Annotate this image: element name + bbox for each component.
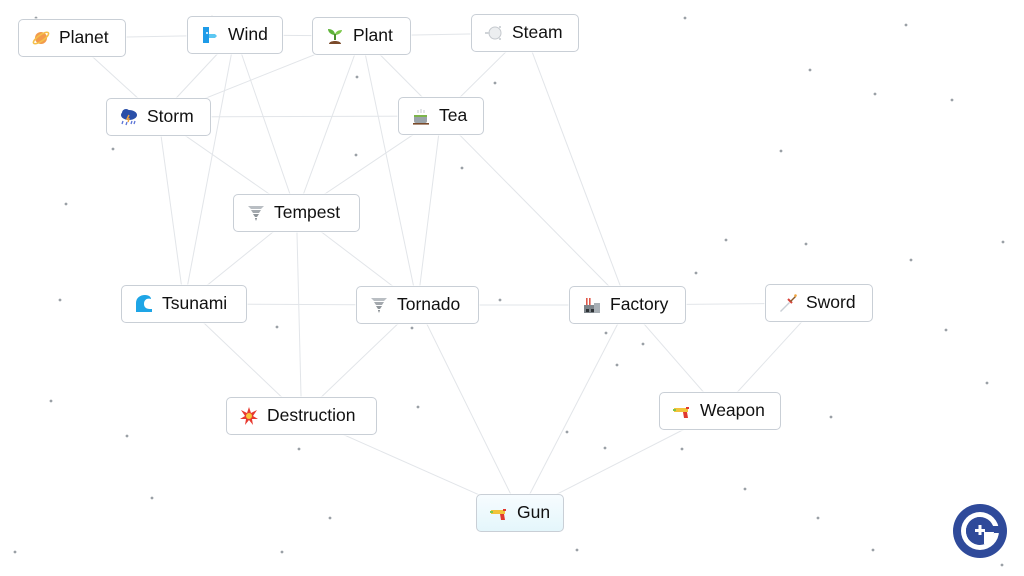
- tornado-icon: [369, 295, 389, 315]
- background-dot: [683, 16, 687, 20]
- background-dot: [354, 153, 358, 157]
- water-pistol-icon: [672, 401, 692, 421]
- element-chip-plant[interactable]: Plant: [312, 17, 411, 55]
- tornado-icon: [246, 203, 266, 223]
- background-dot: [641, 342, 645, 346]
- element-label: Destruction: [267, 405, 356, 426]
- background-dot: [724, 238, 728, 242]
- connection-line: [417, 304, 521, 514]
- element-label: Wind: [228, 24, 268, 45]
- background-dot: [985, 381, 989, 385]
- background-dot: [909, 258, 913, 262]
- background-dot: [58, 298, 62, 302]
- steam-cloud-icon: [484, 23, 504, 43]
- background-dot: [816, 516, 820, 520]
- cloud-lightning-rain-icon: [119, 107, 139, 127]
- connection-line: [296, 35, 362, 214]
- element-label: Tsunami: [162, 293, 228, 314]
- element-label: Gun: [517, 502, 551, 523]
- background-dot: [680, 447, 684, 451]
- element-label: Planet: [59, 27, 109, 48]
- background-dot: [615, 363, 619, 367]
- background-dot: [150, 496, 154, 500]
- element-chip-gun[interactable]: Gun: [476, 494, 564, 532]
- background-dot: [829, 415, 833, 419]
- background-dot: [297, 447, 301, 451]
- background-dot: [944, 328, 948, 332]
- element-chip-tsunami[interactable]: Tsunami: [121, 285, 247, 323]
- background-dot: [743, 487, 747, 491]
- background-dot: [808, 68, 812, 72]
- element-chip-destruction[interactable]: Destruction: [226, 397, 377, 435]
- dagger-icon: [778, 293, 798, 313]
- background-dot: [355, 75, 359, 79]
- background-dot: [604, 331, 608, 335]
- background-dot: [280, 550, 284, 554]
- background-dot: [64, 202, 68, 206]
- element-chip-planet[interactable]: Planet: [18, 19, 126, 57]
- connection-line: [417, 115, 442, 306]
- ringed-planet-icon: [31, 28, 51, 48]
- background-dot: [904, 23, 908, 27]
- element-label: Tornado: [397, 294, 461, 315]
- element-label: Storm: [147, 106, 194, 127]
- background-dot: [275, 325, 279, 329]
- background-dot: [13, 550, 17, 554]
- background-dot: [565, 430, 569, 434]
- element-chip-weapon[interactable]: Weapon: [659, 392, 781, 430]
- connection-line: [183, 34, 236, 305]
- background-dot: [871, 548, 875, 552]
- element-chip-sword[interactable]: Sword: [765, 284, 873, 322]
- background-dot: [950, 98, 954, 102]
- element-label: Tempest: [274, 202, 341, 223]
- element-label: Plant: [353, 25, 393, 46]
- background-dot: [410, 326, 414, 330]
- element-chip-steam[interactable]: Steam: [471, 14, 579, 52]
- connection-line: [440, 115, 628, 306]
- background-dot: [1001, 240, 1005, 244]
- collision-icon: [239, 406, 259, 426]
- background-dot: [125, 434, 129, 438]
- background-dot: [111, 147, 115, 151]
- connection-line: [158, 116, 185, 305]
- element-label: Tea: [439, 105, 468, 126]
- seedling-icon: [325, 26, 345, 46]
- background-dot: [1000, 563, 1004, 567]
- element-chip-tempest[interactable]: Tempest: [233, 194, 360, 232]
- element-label: Factory: [610, 294, 669, 315]
- element-chip-factory[interactable]: Factory: [569, 286, 686, 324]
- background-dot: [493, 81, 497, 85]
- water-wave-icon: [134, 294, 154, 314]
- background-dot: [694, 271, 698, 275]
- connection-line: [296, 212, 302, 417]
- background-dot: [416, 405, 420, 409]
- background-dot: [460, 166, 464, 170]
- element-chip-wind[interactable]: Wind: [187, 16, 283, 54]
- connection-line: [519, 304, 628, 514]
- connection-line: [234, 34, 297, 214]
- background-dot: [603, 446, 607, 450]
- element-chip-tea[interactable]: Tea: [398, 97, 484, 135]
- background-dot: [498, 298, 502, 302]
- wind-face-icon: [200, 25, 220, 45]
- element-chip-tornado[interactable]: Tornado: [356, 286, 479, 324]
- background-dot: [779, 149, 783, 153]
- background-dot: [328, 516, 332, 520]
- teacup-icon: [411, 106, 431, 126]
- background-dot: [575, 548, 579, 552]
- element-label: Weapon: [700, 400, 765, 421]
- background-dot: [873, 92, 877, 96]
- factory-icon: [582, 295, 602, 315]
- connection-line: [524, 32, 628, 306]
- background-dot: [804, 242, 808, 246]
- element-label: Sword: [806, 292, 856, 313]
- element-label: Steam: [512, 22, 563, 43]
- water-pistol-icon: [489, 503, 509, 523]
- background-dot: [49, 399, 53, 403]
- element-chip-storm[interactable]: Storm: [106, 98, 211, 136]
- gamerant-logo-icon: [953, 504, 1007, 558]
- connection-line: [361, 35, 418, 306]
